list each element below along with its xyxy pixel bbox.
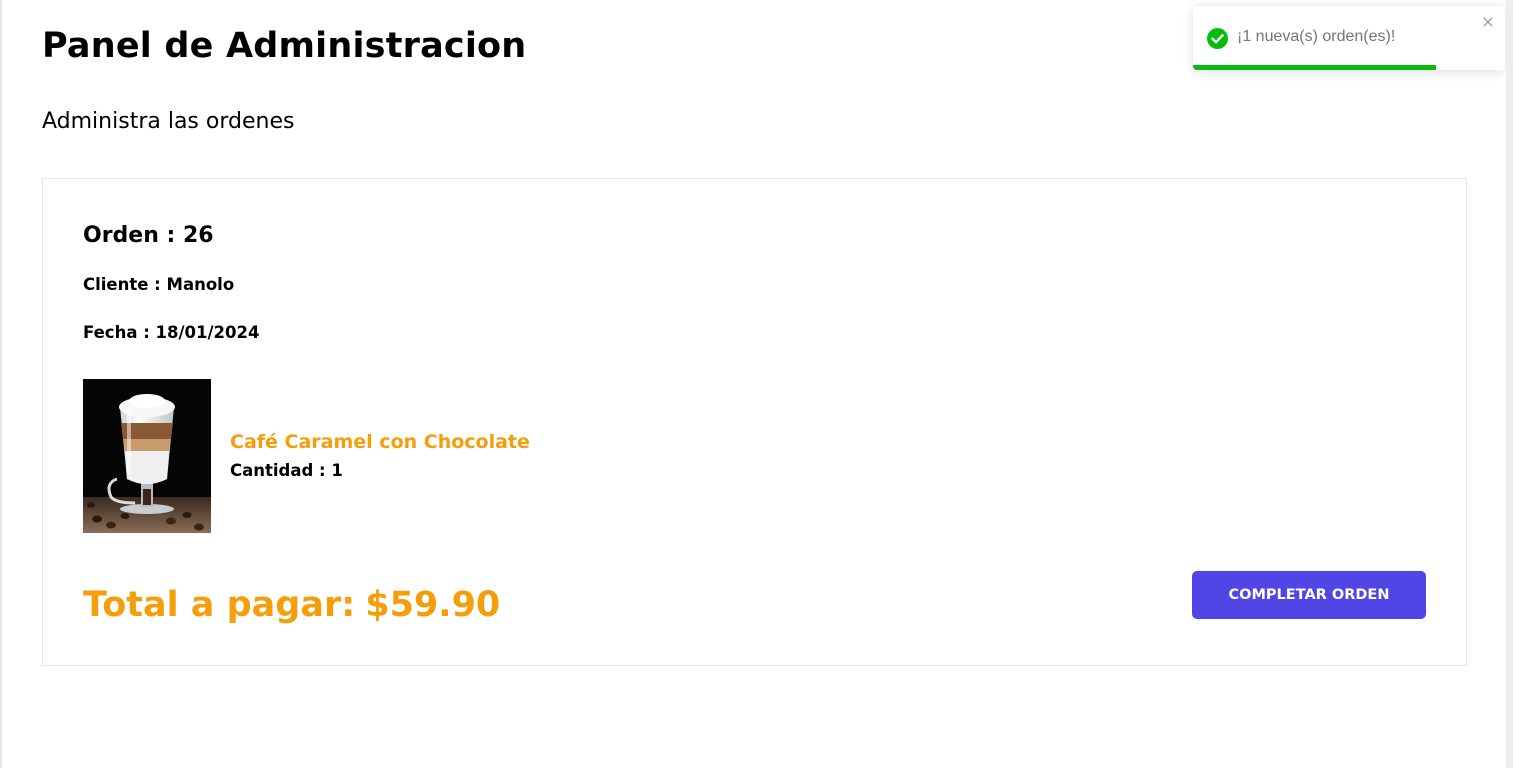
page-title: Panel de Administracion [42,26,527,66]
product-quantity: Cantidad : 1 [230,461,343,480]
coffee-glass-image [83,379,211,533]
toast-message: ¡1 nueva(s) orden(es)! [1237,28,1396,45]
total-label: Total a pagar: [83,585,356,625]
order-card: Orden : 26 Cliente : Manolo Fecha : 18/0… [42,178,1467,666]
check-circle-icon [1207,28,1228,49]
page-subtitle: Administra las ordenes [42,109,295,134]
order-client: Cliente : Manolo [83,275,235,294]
toast-progress-bar [1193,65,1437,70]
complete-order-button[interactable]: Completar Orden [1192,571,1426,619]
close-icon[interactable]: × [1479,11,1497,33]
product-name: Café Caramel con Chocolate [230,431,530,453]
order-total: Total a pagar: $59.90 [83,585,500,625]
admin-page: Panel de Administracion Administra las o… [0,0,1513,768]
order-date: Fecha : 18/01/2024 [83,323,260,342]
product-image [83,379,211,533]
new-order-toast: ¡1 nueva(s) orden(es)! × [1193,6,1505,70]
scrollbar[interactable] [1506,0,1513,768]
order-number: Orden : 26 [83,223,214,248]
total-value: $59.90 [365,585,501,625]
